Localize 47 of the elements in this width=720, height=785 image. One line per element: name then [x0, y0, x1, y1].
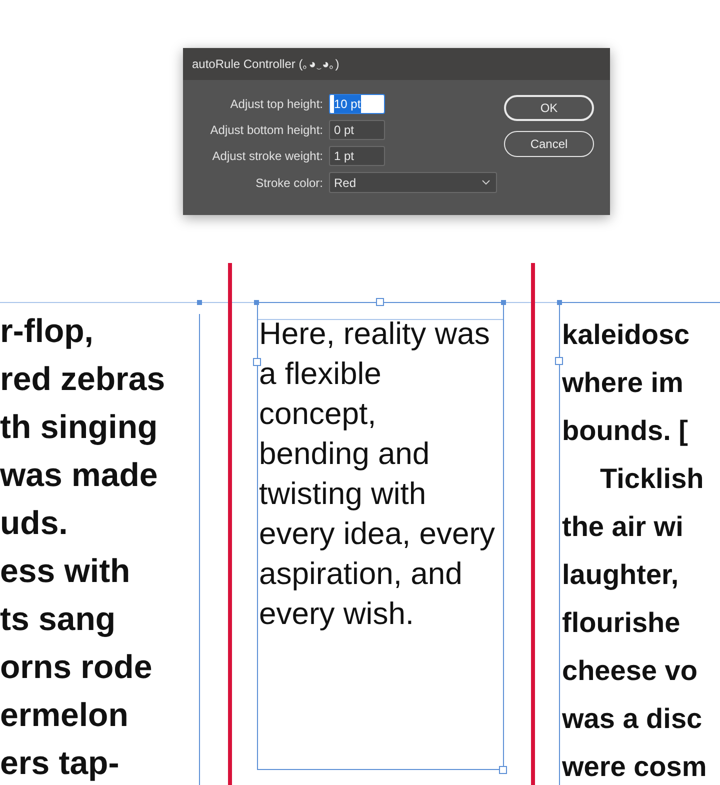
text-line: ermelon [0, 698, 128, 732]
text-line: bending and [259, 435, 430, 473]
input-field[interactable]: 1 pt [329, 146, 385, 166]
chevron-down-icon [482, 180, 490, 185]
field-label: Adjust bottom height: [209, 122, 323, 139]
text-line: red zebras [0, 362, 166, 396]
field-label: Adjust stroke weight: [211, 148, 323, 165]
color-dropdown[interactable]: Red [329, 172, 497, 193]
frame-handle[interactable] [557, 300, 562, 305]
text-line: the air wi [562, 510, 684, 544]
in-port-handle[interactable] [555, 357, 563, 365]
text-line: flourishe [562, 606, 680, 640]
text-line: Ticklish [600, 462, 704, 496]
frame-handle[interactable] [376, 298, 384, 306]
text-line: was a disc [562, 702, 702, 736]
text-line: concept, [259, 395, 376, 433]
input-field[interactable]: 10 pt [329, 94, 385, 114]
ok-button[interactable]: OK [504, 95, 594, 121]
field-label: Adjust top height: [229, 96, 323, 113]
frame-handle[interactable] [499, 766, 507, 774]
text-line: uds. [0, 506, 68, 540]
text-line: aspiration, and [259, 555, 462, 593]
field-label: Stroke color: [254, 174, 323, 192]
text-line: every idea, every [259, 515, 496, 553]
text-line: every wish. [259, 595, 414, 633]
text-line: Here, reality was [259, 315, 490, 353]
text-line: a flexible [259, 355, 382, 393]
text-line: ers tap- [0, 746, 120, 780]
dialog-title: autoRule Controller (｡◕‿◕｡) [183, 48, 610, 80]
frame-handle[interactable] [197, 300, 202, 305]
text-line: bounds. [ [562, 414, 688, 448]
text-line: r-flop, [0, 314, 94, 348]
text-line: ess with [0, 554, 130, 588]
text-line: th singing [0, 410, 158, 444]
text-line: twisting with [259, 475, 426, 513]
cancel-button[interactable]: Cancel [504, 131, 594, 157]
text-line: kaleidosc [562, 318, 690, 352]
frame-handle[interactable] [253, 358, 261, 366]
frame-handle[interactable] [501, 300, 506, 305]
text-line: were cosm [562, 750, 707, 784]
text-line: ts sang [0, 602, 116, 636]
text-line: laughter, [562, 558, 679, 592]
input-field[interactable]: 0 pt [329, 120, 385, 140]
text-line: cheese vo [562, 654, 698, 688]
frame-handle[interactable] [254, 300, 259, 305]
text-line: where im [562, 366, 684, 400]
text-line: orns rode [0, 650, 152, 684]
